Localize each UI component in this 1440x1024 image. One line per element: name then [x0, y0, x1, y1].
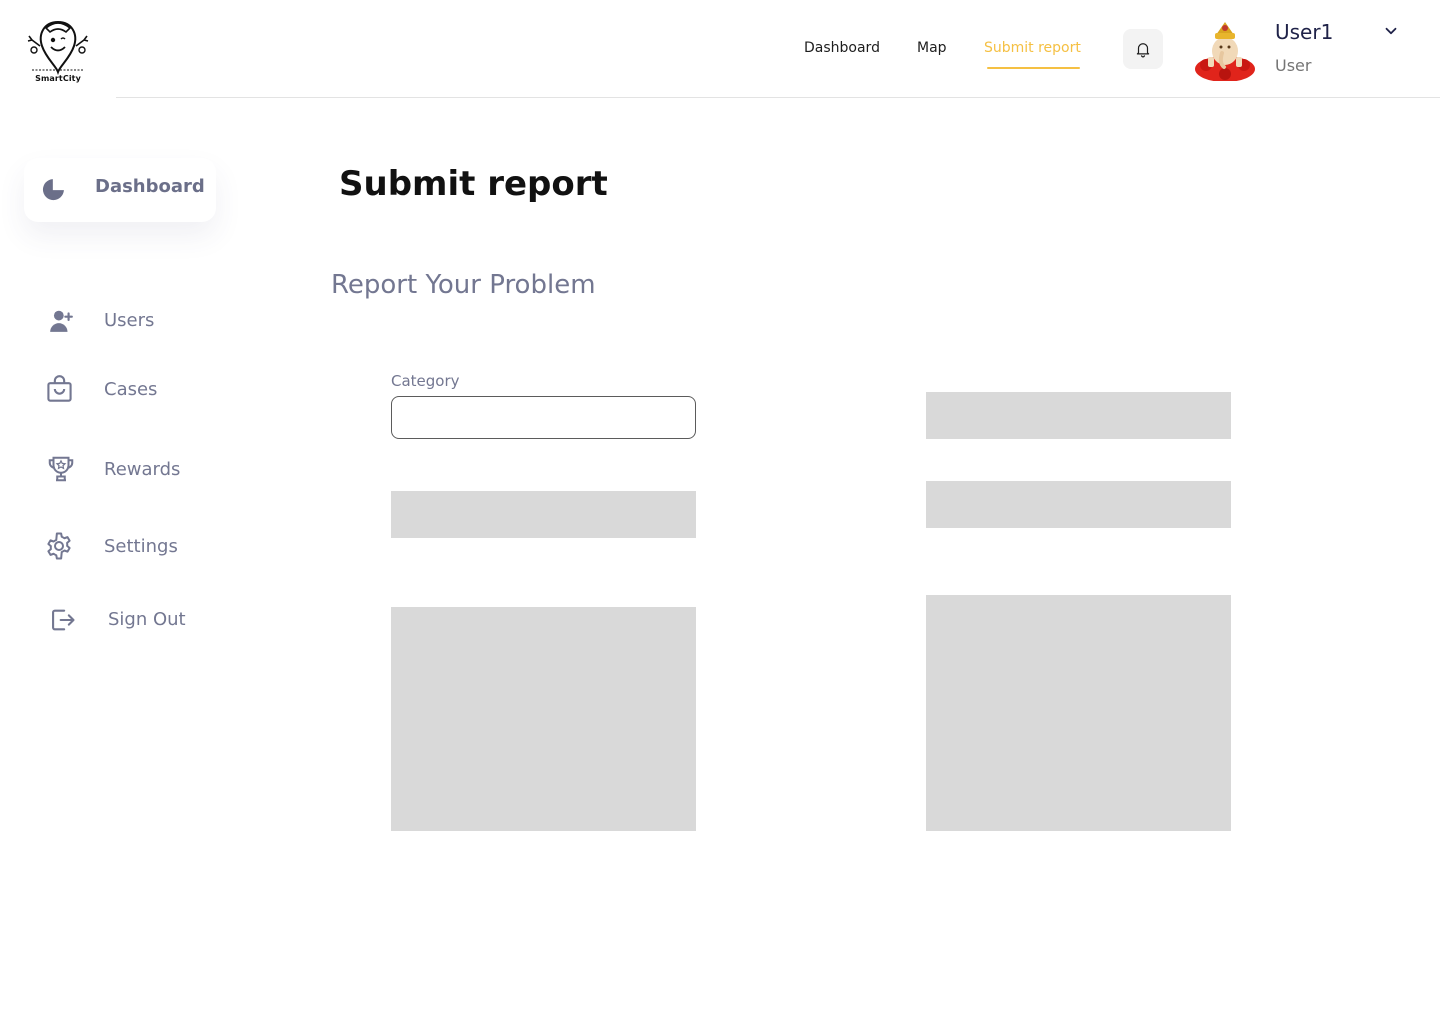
- sidebar-item-label: Settings: [104, 536, 178, 557]
- form-area-placeholder[interactable]: [391, 607, 696, 831]
- trophy-icon: [48, 456, 74, 482]
- user-add-icon: [50, 310, 73, 332]
- user-name: User1: [1275, 20, 1334, 44]
- chevron-down-icon: [1385, 27, 1397, 35]
- pie-chart-icon: [42, 179, 64, 201]
- sidebar-item-label: Users: [104, 310, 155, 331]
- bell-icon: [1136, 43, 1150, 58]
- logo-text: SmartCity: [35, 74, 81, 83]
- sidebar-item-label: Sign Out: [108, 609, 186, 630]
- topnav-submit-report[interactable]: Submit report: [984, 40, 1081, 62]
- topnav-dashboard[interactable]: Dashboard: [804, 40, 880, 62]
- form-field-placeholder[interactable]: [391, 491, 696, 538]
- user-avatar[interactable]: [1194, 19, 1256, 81]
- user-role: User: [1275, 56, 1312, 75]
- form-field-placeholder[interactable]: [926, 481, 1231, 528]
- form-area-placeholder[interactable]: [926, 595, 1231, 831]
- logo-dashed-line: [32, 69, 84, 71]
- notifications-button[interactable]: [1123, 29, 1163, 69]
- shopping-bag-icon: [47, 375, 72, 402]
- sidebar-item-label: Rewards: [104, 459, 181, 480]
- sign-out-icon: [52, 609, 75, 631]
- topnav-map[interactable]: Map: [917, 40, 947, 62]
- header-divider: [116, 97, 1440, 98]
- category-label: Category: [391, 372, 460, 390]
- section-title: Report Your Problem: [331, 270, 596, 300]
- gear-icon: [47, 532, 71, 560]
- sidebar-item-label: Dashboard: [95, 176, 205, 197]
- topnav-active-underline: [987, 67, 1080, 69]
- avatar-image: [1194, 19, 1256, 81]
- page-title: Submit report: [339, 164, 608, 204]
- form-field-placeholder[interactable]: [926, 392, 1231, 439]
- sidebar-item-label: Cases: [104, 379, 158, 400]
- category-input[interactable]: [391, 396, 696, 439]
- logo-mascot-icon: [27, 20, 89, 76]
- user-menu-toggle[interactable]: [1382, 22, 1400, 40]
